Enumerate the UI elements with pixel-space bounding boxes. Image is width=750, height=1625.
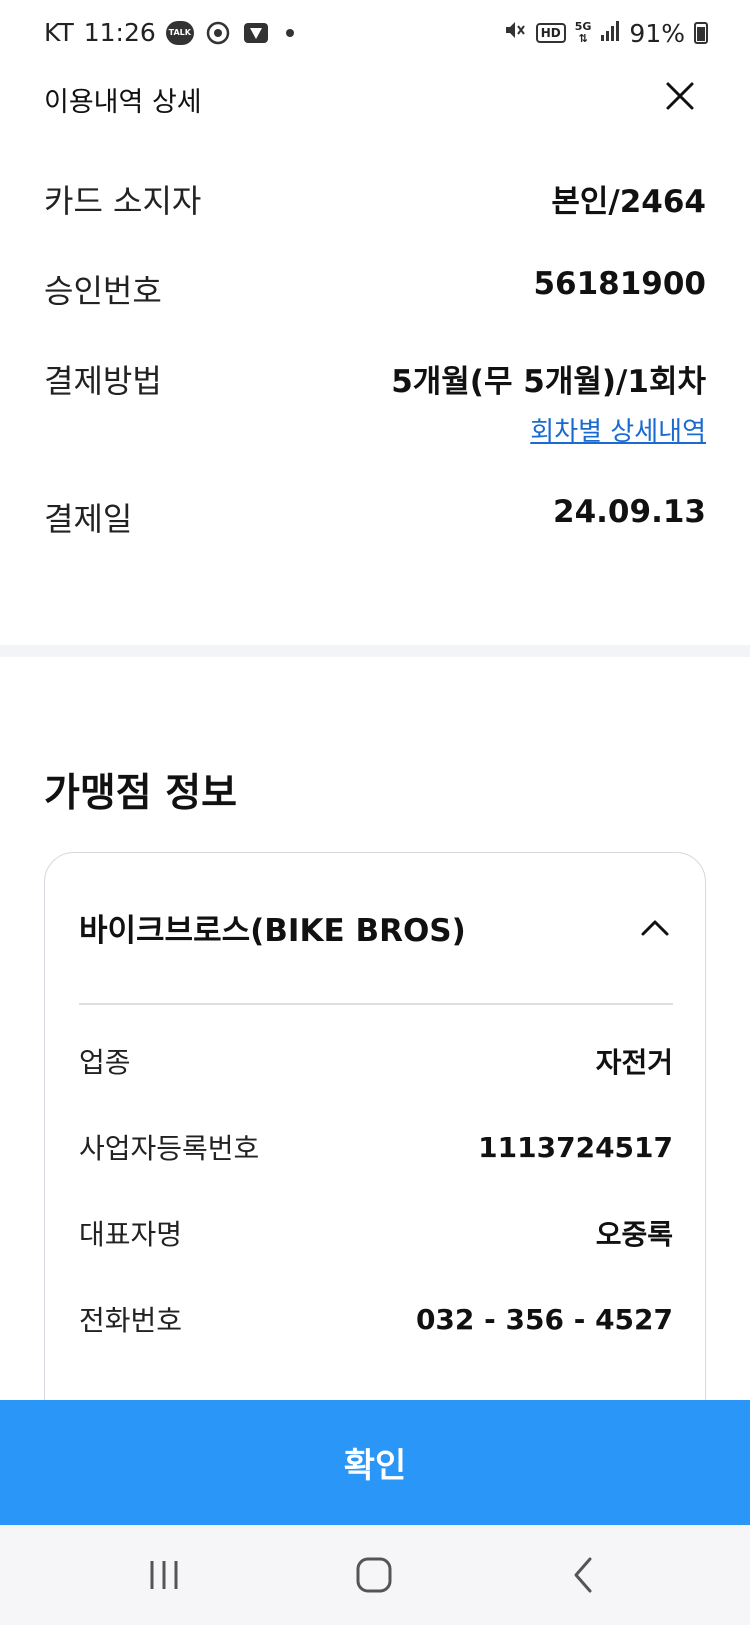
representative-label: 대표자명: [79, 1218, 183, 1251]
approval-number-row: 승인번호 56181900: [44, 266, 706, 312]
business-reg-label: 사업자등록번호: [79, 1132, 260, 1165]
approval-number-value: 56181900: [533, 266, 706, 302]
cardholder-value: 본인/2464: [551, 184, 706, 220]
installment-details-link[interactable]: 회차별 상세내역: [391, 411, 706, 448]
payment-method-value: 5개월(무 5개월)/1회차: [391, 364, 706, 400]
phone-row: 전화번호 032 - 356 - 4527: [79, 1299, 673, 1339]
payment-method-row: 결제방법 5개월(무 5개월)/1회차 회차별 상세내역: [44, 356, 706, 448]
approval-number-label: 승인번호: [44, 272, 162, 310]
network-5g-icon: 5G ⇅: [574, 20, 592, 45]
home-button[interactable]: [352, 1555, 396, 1595]
recent-apps-button[interactable]: [142, 1555, 186, 1595]
confirm-button[interactable]: 확인: [0, 1400, 750, 1525]
kakaotalk-icon: TALK: [165, 20, 194, 45]
home-icon: [356, 1557, 392, 1593]
back-button[interactable]: [562, 1555, 606, 1595]
battery-percent: 91%: [629, 18, 685, 48]
app-notification-icon: [242, 21, 270, 45]
payment-date-label: 결제일: [44, 500, 133, 538]
more-notifications-dot-icon: [285, 28, 294, 37]
payment-method-label: 결제방법: [44, 362, 162, 400]
status-bar-left: KT 11:26 TALK: [44, 18, 294, 47]
business-type-value: 자전거: [595, 1046, 673, 1079]
business-reg-row: 사업자등록번호 1113724517: [79, 1127, 673, 1167]
status-bar-right: HD 5G ⇅ 91%: [503, 18, 708, 48]
hd-voice-badge: HD: [535, 23, 566, 43]
close-icon: [666, 82, 694, 110]
merchant-section-title: 가맹점 정보: [44, 771, 237, 816]
recent-apps-icon: [150, 1561, 178, 1589]
payment-date-row: 결제일 24.09.13: [44, 494, 706, 540]
representative-value: 오중록: [595, 1218, 673, 1251]
business-reg-value: 1113724517: [478, 1130, 673, 1164]
page-header: 이용내역 상세: [0, 72, 750, 132]
business-type-label: 업종: [79, 1046, 131, 1079]
page-title: 이용내역 상세: [44, 87, 202, 118]
merchant-card-header[interactable]: 바이크브로스(BIKE BROS): [79, 905, 673, 950]
status-bar: KT 11:26 TALK HD 5G ⇅ 91%: [0, 0, 750, 72]
network-type-label: 5G: [574, 20, 592, 33]
chevron-up-icon[interactable]: [637, 910, 673, 946]
back-icon: [574, 1557, 592, 1593]
system-nav-bar: [0, 1525, 750, 1625]
cardholder-row: 카드 소지자 본인/2464: [44, 176, 706, 222]
mute-icon: [503, 18, 527, 48]
section-divider: [0, 645, 750, 657]
card-divider: [79, 1003, 673, 1005]
clock-time: 11:26: [83, 18, 156, 47]
carrier-label: KT: [44, 18, 74, 47]
payment-date-value: 24.09.13: [553, 494, 706, 530]
kakaotalk-badge: TALK: [165, 20, 194, 45]
cardholder-label: 카드 소지자: [44, 182, 202, 220]
signal-strength-icon: [600, 19, 620, 48]
close-button[interactable]: [660, 76, 700, 116]
representative-row: 대표자명 오중록: [79, 1213, 673, 1253]
business-type-row: 업종 자전거: [79, 1041, 673, 1081]
battery-icon: [694, 22, 708, 44]
merchant-name: 바이크브로스(BIKE BROS): [79, 913, 466, 949]
payment-method-value-group: 5개월(무 5개월)/1회차 회차별 상세내역: [391, 356, 706, 448]
chrome-icon: [204, 21, 232, 45]
phone-value: 032 - 356 - 4527: [415, 1302, 673, 1336]
phone-label: 전화번호: [79, 1304, 183, 1337]
